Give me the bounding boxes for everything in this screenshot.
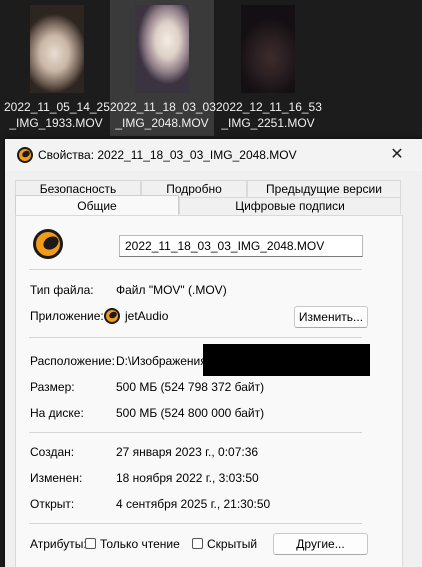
file-name: 2022_11_18_03_03 _IMG_2048.MOV [110, 100, 216, 130]
close-button[interactable]: ✕ [385, 143, 409, 167]
file-item-selected[interactable]: 2022_11_18_03_03 _IMG_2048.MOV [110, 0, 216, 136]
dialog-title: Свойства: 2022_11_18_03_03_IMG_2048.MOV [38, 148, 297, 162]
readonly-checkbox[interactable] [85, 538, 96, 549]
file-name: 2022_12_11_16_53 _IMG_2251.MOV [216, 100, 322, 130]
tab-previous-versions[interactable]: Предыдущие версии [247, 180, 401, 197]
advanced-attributes-button[interactable]: Другие... [273, 533, 368, 555]
modified-label: Изменен: [30, 471, 83, 485]
tab-digital-signatures[interactable]: Цифровые подписи [179, 197, 401, 214]
file-item[interactable]: 2022_12_11_16_53 _IMG_2251.MOV [216, 0, 322, 136]
properties-dialog: Свойства: 2022_11_18_03_03_IMG_2048.MOV … [5, 139, 422, 567]
file-name: 2022_11_05_14_25 _IMG_1933.MOV [4, 100, 110, 130]
dialog-titlebar[interactable]: Свойства: 2022_11_18_03_03_IMG_2048.MOV … [5, 139, 422, 171]
app-label: Приложение: [30, 309, 104, 323]
dialog-edge [414, 182, 422, 567]
jetaudio-file-icon [33, 229, 63, 259]
size-value: 500 МБ (524 798 372 байт) [116, 380, 265, 394]
created-value: 27 января 2023 г., 0:07:36 [116, 445, 259, 459]
location-label: Расположение: [30, 354, 115, 368]
divider [29, 523, 362, 524]
disk-size-value: 500 МБ (524 800 000 байт) [116, 406, 265, 420]
readonly-label[interactable]: Только чтение [100, 537, 180, 551]
video-thumbnail [241, 5, 295, 93]
app-value: jetAudio [125, 309, 169, 323]
modified-value: 18 ноября 2022 г., 3:03:50 [116, 471, 259, 485]
location-value: D:\Изображения\ [116, 354, 211, 368]
filename-field[interactable]: 2022_11_18_03_03_IMG_2048.MOV [119, 235, 363, 257]
video-thumbnail [30, 5, 84, 93]
attributes-label: Атрибуты: [30, 537, 87, 551]
divider [29, 337, 362, 338]
created-label: Создан: [30, 445, 75, 459]
disk-size-label: На диске: [30, 406, 84, 420]
size-label: Размер: [30, 380, 75, 394]
divider [29, 269, 362, 270]
file-type-value: Файл "MOV" (.MOV) [116, 283, 227, 297]
jetaudio-icon [17, 147, 33, 163]
change-app-button[interactable]: Изменить... [294, 306, 368, 328]
file-thumbnail-strip: 2022_11_05_14_25 _IMG_1933.MOV 2022_11_18… [0, 0, 422, 140]
hidden-label[interactable]: Скрытый [207, 537, 257, 551]
divider [29, 432, 362, 433]
video-thumbnail [135, 5, 189, 93]
tab-general[interactable]: Общие [15, 195, 179, 215]
file-type-label: Тип файла: [30, 283, 94, 297]
file-item[interactable]: 2022_11_05_14_25 _IMG_1933.MOV [4, 0, 110, 136]
hidden-checkbox[interactable] [192, 538, 203, 549]
opened-label: Открыт: [30, 497, 75, 511]
jetaudio-icon [104, 308, 120, 324]
redaction-block [203, 344, 370, 376]
opened-value: 4 сентября 2025 г., 21:30:50 [116, 497, 271, 511]
